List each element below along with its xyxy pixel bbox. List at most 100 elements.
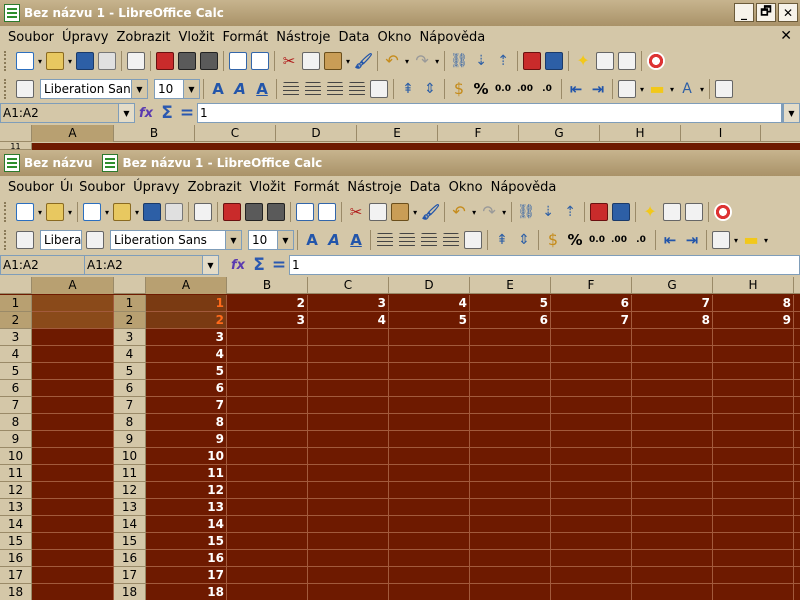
cell[interactable]: [227, 397, 308, 413]
cell[interactable]: [32, 465, 114, 481]
cell[interactable]: [389, 482, 470, 498]
taskbar-tab-title[interactable]: Bez názvu: [24, 156, 92, 170]
decrease-indent-icon[interactable]: ⇤: [567, 80, 585, 98]
cell[interactable]: [32, 295, 114, 311]
chevron-down-icon[interactable]: ▼: [183, 80, 199, 98]
cell[interactable]: [713, 397, 794, 413]
cell[interactable]: 8: [632, 312, 713, 328]
cell[interactable]: [470, 584, 551, 600]
autospellcheck-icon[interactable]: [251, 52, 270, 70]
dropdown-arrow-icon[interactable]: ▾: [640, 85, 644, 94]
cell[interactable]: [470, 397, 551, 413]
underline-icon[interactable]: A: [253, 80, 271, 98]
row-header[interactable]: 2: [114, 312, 145, 329]
cell[interactable]: [632, 363, 713, 379]
menu-napoveda[interactable]: Nápověda: [487, 180, 561, 195]
navigator-icon[interactable]: ✦: [574, 52, 592, 70]
function-wizard-icon[interactable]: fx: [135, 106, 157, 121]
cell[interactable]: [227, 516, 308, 532]
autospellcheck-icon[interactable]: [318, 203, 337, 221]
row-header[interactable]: 11: [0, 465, 31, 482]
dropdown-arrow-icon[interactable]: ▾: [105, 208, 109, 217]
restore-button[interactable]: 🗗: [756, 3, 776, 22]
align-top-icon[interactable]: ⇞: [493, 231, 511, 249]
cell[interactable]: [308, 482, 389, 498]
row-header[interactable]: 2: [0, 312, 31, 329]
cell[interactable]: [308, 329, 389, 345]
cell[interactable]: [389, 380, 470, 396]
remove-decimal-icon[interactable]: .0: [538, 80, 556, 98]
sort-ascending-icon[interactable]: ⇣: [539, 203, 557, 221]
cell[interactable]: 2: [146, 312, 227, 328]
cell[interactable]: [32, 516, 114, 532]
cell[interactable]: 3: [227, 312, 308, 328]
row-header[interactable]: 18: [114, 584, 145, 600]
currency-icon[interactable]: $: [544, 231, 562, 249]
edit-file-icon[interactable]: [127, 52, 146, 70]
cell[interactable]: [551, 414, 632, 430]
cell[interactable]: [551, 329, 632, 345]
email-icon[interactable]: [165, 203, 184, 221]
data-sources-icon[interactable]: [685, 203, 704, 221]
cell[interactable]: [470, 465, 551, 481]
dropdown-arrow-icon[interactable]: ▾: [68, 208, 72, 217]
cell[interactable]: [470, 516, 551, 532]
cell[interactable]: [389, 431, 470, 447]
chevron-down-icon[interactable]: ▼: [783, 104, 799, 122]
styles-formatting-icon[interactable]: [16, 80, 34, 98]
row-header[interactable]: 1: [114, 295, 145, 312]
cell[interactable]: [32, 312, 114, 328]
cell[interactable]: [308, 499, 389, 515]
cell[interactable]: 8: [713, 295, 794, 311]
cell[interactable]: [632, 329, 713, 345]
row-header[interactable]: 6: [0, 380, 31, 397]
cell[interactable]: [227, 380, 308, 396]
column-header[interactable]: A: [32, 277, 114, 294]
print-preview-icon[interactable]: [200, 52, 219, 70]
column-header[interactable]: D: [276, 125, 357, 142]
column-header[interactable]: C: [195, 125, 276, 142]
cell[interactable]: 15: [146, 533, 227, 549]
menu-fragment[interactable]: Úı: [58, 180, 75, 195]
name-box[interactable]: A1:A2 ▼: [0, 103, 135, 123]
export-pdf-icon[interactable]: [156, 52, 175, 70]
cell[interactable]: [389, 516, 470, 532]
function-wizard-icon[interactable]: fx: [227, 258, 249, 273]
redo-icon[interactable]: ↷: [480, 203, 498, 221]
cell[interactable]: [389, 567, 470, 583]
cell[interactable]: [227, 584, 308, 600]
cell[interactable]: [632, 448, 713, 464]
column-header[interactable]: E: [357, 125, 438, 142]
open-folder-icon[interactable]: [46, 52, 65, 70]
dropdown-arrow-icon[interactable]: ▾: [502, 208, 506, 217]
edit-file-icon[interactable]: [194, 203, 213, 221]
cell[interactable]: [227, 448, 308, 464]
column-header[interactable]: G: [519, 125, 600, 142]
insert-chart-icon[interactable]: [523, 52, 542, 70]
cell[interactable]: [308, 397, 389, 413]
align-top-icon[interactable]: ⇞: [399, 80, 417, 98]
cell[interactable]: [227, 431, 308, 447]
row-header[interactable]: 10: [114, 448, 145, 465]
align-center-vertical-icon[interactable]: ⇕: [421, 80, 439, 98]
cell[interactable]: [713, 465, 794, 481]
print-icon[interactable]: [178, 52, 197, 70]
sort-descending-icon[interactable]: ⇡: [494, 52, 512, 70]
dropdown-arrow-icon[interactable]: ▾: [734, 236, 738, 245]
font-name-combo[interactable]: Liberation Sans ▼: [110, 230, 242, 250]
gallery-icon[interactable]: [663, 203, 682, 221]
spellcheck-icon[interactable]: [229, 52, 248, 70]
cell[interactable]: [713, 567, 794, 583]
sum-icon[interactable]: Σ: [249, 255, 269, 275]
open-folder-icon[interactable]: [46, 203, 65, 221]
cell[interactable]: [551, 499, 632, 515]
cell[interactable]: [308, 380, 389, 396]
cell[interactable]: [389, 329, 470, 345]
row-header[interactable]: 7: [0, 397, 31, 414]
align-center-icon[interactable]: [399, 233, 415, 247]
email-icon[interactable]: [98, 52, 117, 70]
align-center-icon[interactable]: [305, 82, 321, 96]
cell[interactable]: [470, 482, 551, 498]
cell[interactable]: [227, 414, 308, 430]
toolbar-grip[interactable]: [4, 202, 9, 222]
